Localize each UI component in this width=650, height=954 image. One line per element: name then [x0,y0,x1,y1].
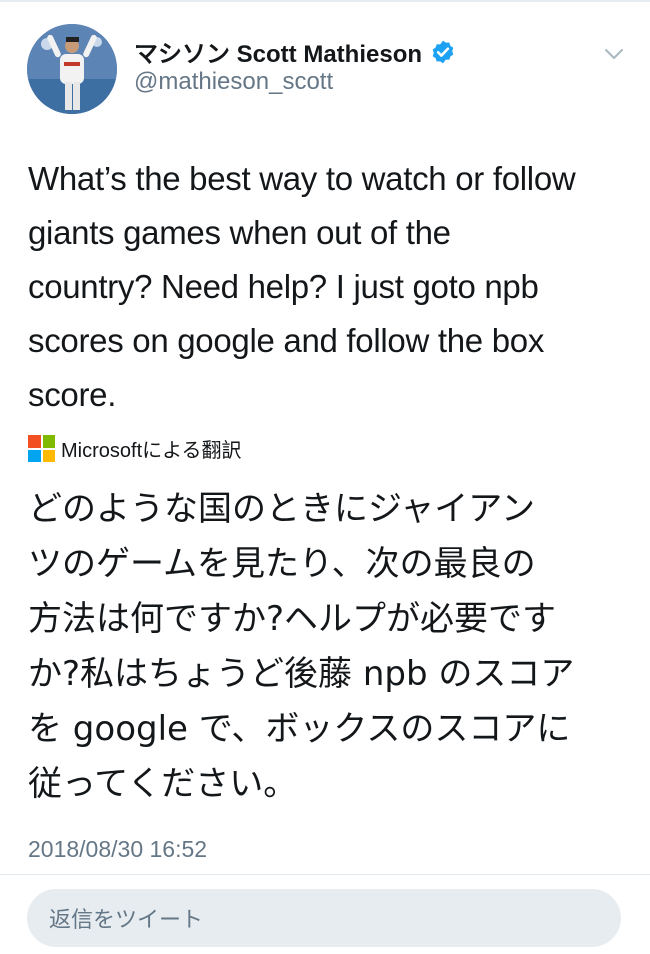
translated-text-line: 従ってください。 [28,764,298,804]
top-border [0,0,650,2]
tweet-text-line: score. [28,376,117,413]
translation-provider-label: Microsoftによる翻訳 [61,440,242,462]
divider [0,874,650,875]
author-name-row[interactable]: マシソン Scott Mathieson [134,34,456,69]
tweet-timestamp[interactable]: 2018/08/30 16:52 [28,836,207,863]
tweet-text-line: country? Need help? I just goto npb [28,268,539,305]
verified-badge-icon [432,40,454,63]
translated-text: どのような国のときにジャイアン ツのゲームを見たり、次の最良の 方法は何ですか?… [28,482,628,812]
chevron-down-icon[interactable] [602,42,626,66]
translated-text-line: どのような国のときにジャイアン [28,489,535,529]
translated-text-line: を google で、ボックスのスコアに [28,709,571,749]
reply-placeholder: 返信をツイート [49,907,204,932]
translated-text-line: ツのゲームを見たり、次の最良の [28,544,536,584]
tweet-text: What’s the best way to watch or follow g… [28,152,628,422]
translated-text-line: 方法は何ですか?ヘルプが必要です [28,599,557,639]
avatar-image [27,24,117,114]
translation-badge: Microsoftによる翻訳 [28,434,242,463]
author-display-name[interactable]: マシソン Scott Mathieson [134,34,422,69]
author-handle[interactable]: @mathieson_scott [134,68,333,96]
tweet-text-line: scores on google and follow the box [28,322,545,359]
translated-text-line: か?私はちょうど後藤 npb のスコア [28,654,575,694]
tweet-text-line: giants games when out of the [28,214,451,251]
reply-input[interactable]: 返信をツイート [27,889,621,947]
avatar[interactable] [27,24,117,114]
tweet-text-line: What’s the best way to watch or follow [28,160,576,197]
microsoft-logo-icon [28,435,55,462]
